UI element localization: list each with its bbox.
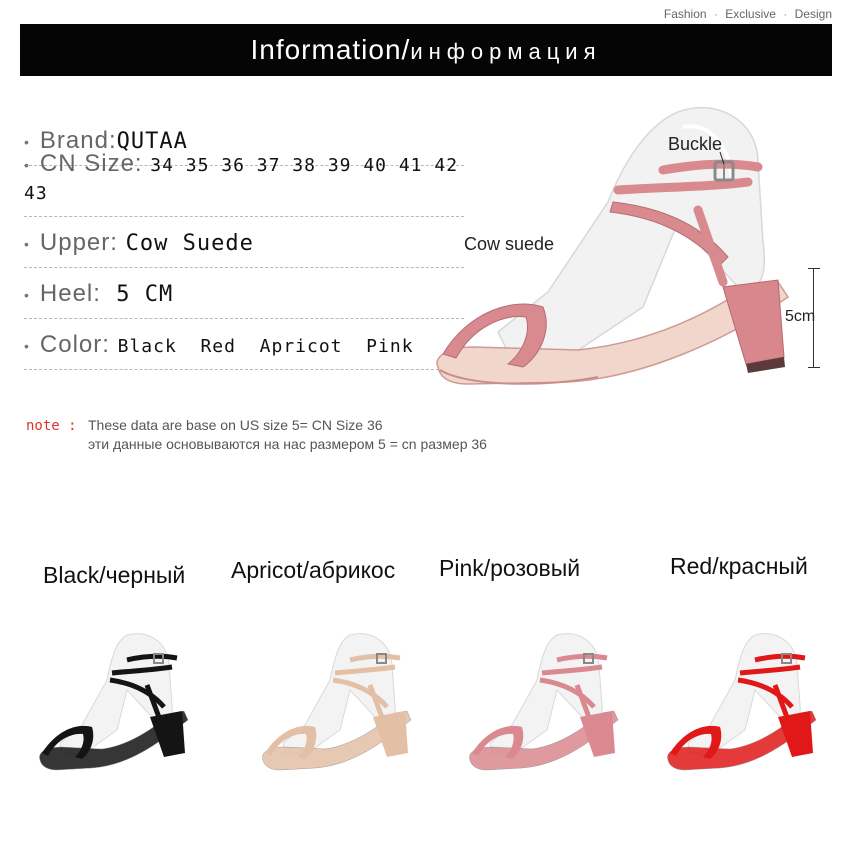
tagline-design: Design	[794, 7, 832, 21]
info-banner: Information/информация	[20, 24, 832, 76]
spec-label: Color:	[39, 331, 110, 358]
tagline: Fashion · Exclusive · Design	[664, 7, 832, 21]
color-label-black: Black/черный	[43, 562, 186, 588]
spec-value: 5 CM	[116, 282, 174, 307]
spec-row-size: • CN Size: 34 35 36 37 38 39 40 41 42 43	[24, 150, 464, 217]
spec-row-upper: • Upper: Cow Suede	[24, 217, 464, 268]
spec-label: Upper:	[39, 229, 118, 256]
bullet-icon: •	[24, 235, 30, 252]
spec-row-color: • Color: Black Red Apricot Pink	[24, 319, 464, 370]
sandal-thumb-black	[39, 633, 189, 771]
bullet-icon: •	[24, 156, 30, 173]
spec-list: • Brand:QUTAA • CN Size: 34 35 36 37 38 39…	[24, 115, 464, 370]
spec-value: Cow Suede	[125, 231, 254, 256]
size-note: note : These data are base on US size 5= …	[26, 417, 487, 452]
tagline-sep: ·	[783, 7, 788, 21]
note-line-2: эти данные основываются на нас размером …	[88, 436, 487, 452]
sandal-thumb-pink	[469, 633, 619, 771]
tagline-fashion: Fashion	[663, 7, 707, 21]
color-label-apricot: Apricot/абрикос	[231, 557, 396, 583]
bullet-icon: •	[24, 286, 30, 303]
spec-label: CN Size:	[39, 150, 143, 177]
annotation-buckle: Buckle	[668, 134, 723, 154]
note-label: note :	[26, 418, 77, 434]
color-label-red: Red/красный	[670, 553, 808, 579]
color-label-pink: Pink/розовый	[439, 555, 581, 581]
note-line-1: These data are base on US size 5= CN Siz…	[88, 417, 383, 433]
tagline-exclusive: Exclusive	[725, 7, 776, 21]
spec-row-heel: • Heel: 5 CM	[24, 268, 464, 319]
bullet-icon: •	[24, 133, 30, 150]
sandal-thumb-red	[667, 633, 817, 771]
annotation-cow-suede: Cow suede	[464, 234, 555, 254]
banner-title-en: Information/	[250, 34, 411, 65]
sandal-thumb-apricot	[262, 633, 412, 771]
annotation-heel-height: 5cm	[785, 308, 816, 325]
spec-value: Black Red Apricot Pink	[117, 336, 414, 357]
tagline-sep: ·	[713, 7, 718, 21]
bullet-icon: •	[24, 337, 30, 354]
spec-label: Heel:	[39, 280, 101, 307]
banner-title-ru: информация	[410, 39, 602, 64]
